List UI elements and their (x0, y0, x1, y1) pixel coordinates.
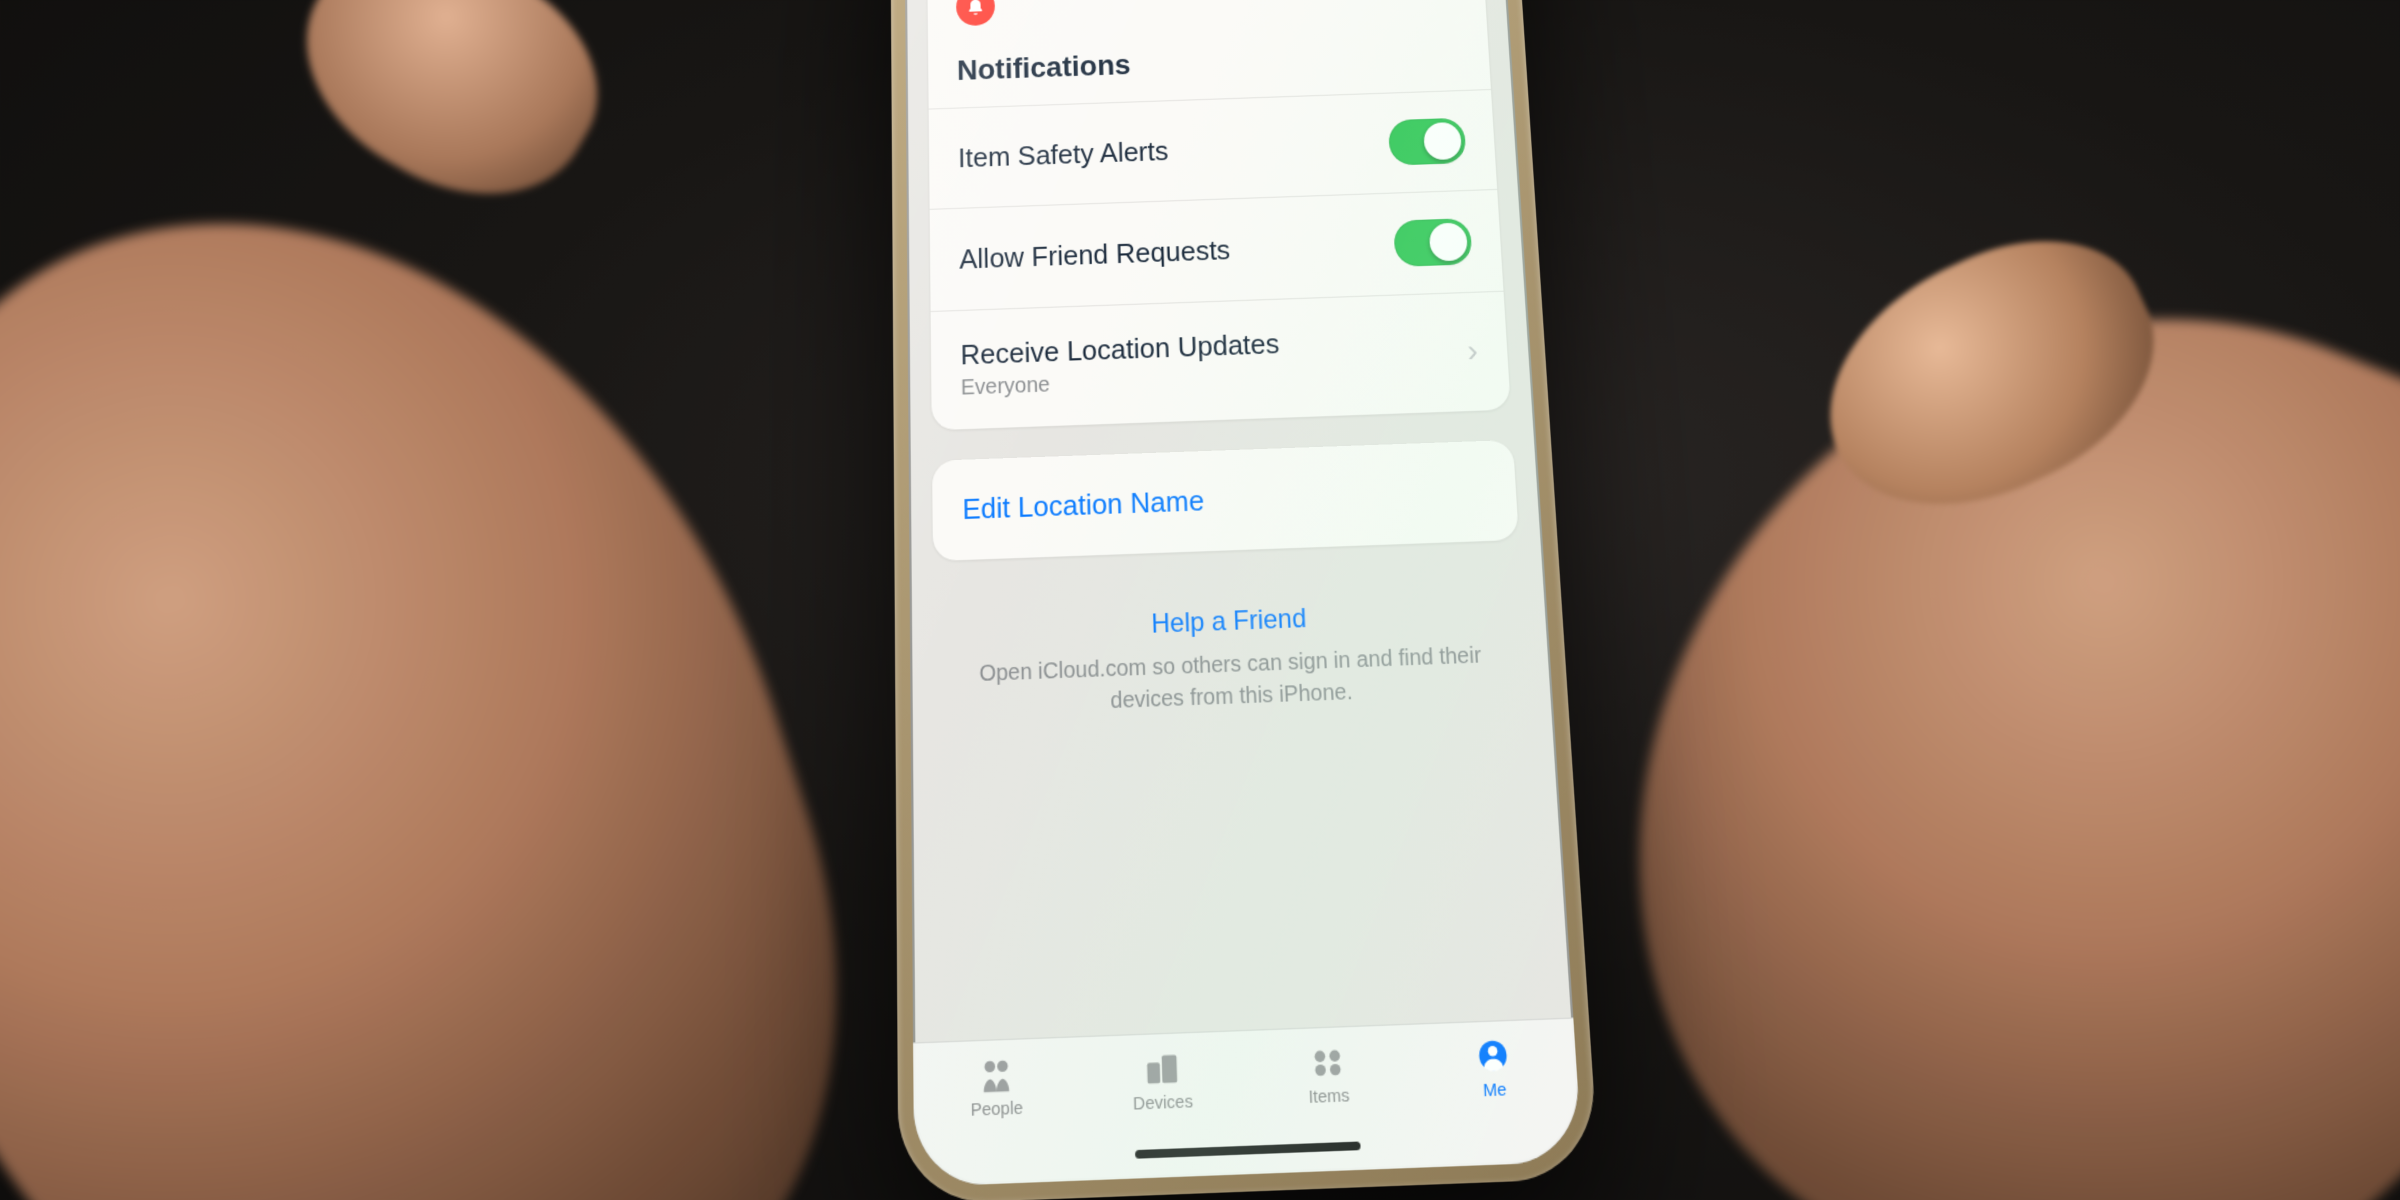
help-a-friend-link[interactable]: Help a Friend (966, 597, 1492, 648)
help-a-friend-block: Help a Friend Open iCloud.com so others … (934, 596, 1530, 724)
thumb-left (265, 0, 635, 240)
people-icon (976, 1054, 1017, 1094)
me-icon (1472, 1035, 1514, 1075)
tab-devices[interactable]: Devices (1111, 1047, 1214, 1115)
help-a-friend-description: Open iCloud.com so others can sign in an… (966, 639, 1496, 722)
tab-me-label: Me (1483, 1080, 1508, 1102)
bell-icon (956, 0, 995, 26)
tab-me[interactable]: Me (1442, 1034, 1546, 1102)
screen: Share My Location Notifications (904, 0, 1583, 1187)
items-icon (1307, 1042, 1349, 1082)
edit-location-card: Edit Location Name (932, 440, 1519, 561)
photo-stage: Share My Location Notifications (0, 0, 2400, 1200)
receive-location-updates-row[interactable]: Receive Location Updates Everyone › (931, 291, 1511, 431)
tab-devices-label: Devices (1133, 1091, 1193, 1114)
tab-items[interactable]: Items (1276, 1041, 1380, 1109)
allow-friend-requests-label: Allow Friend Requests (959, 233, 1231, 275)
item-safety-alerts-label: Item Safety Alerts (958, 135, 1169, 174)
receive-location-updates-label: Receive Location Updates (960, 327, 1280, 372)
hand-left (0, 90, 943, 1200)
allow-friend-requests-toggle[interactable] (1393, 218, 1472, 267)
tab-people-label: People (970, 1098, 1023, 1121)
item-safety-alerts-row[interactable]: Item Safety Alerts (929, 89, 1498, 209)
receive-location-updates-value: Everyone (961, 365, 1281, 401)
tab-items-label: Items (1308, 1085, 1350, 1107)
tab-people[interactable]: People (946, 1053, 1048, 1121)
edit-location-name-label: Edit Location Name (962, 484, 1205, 526)
tab-bar: People Devices Items (913, 1017, 1582, 1187)
phone: Share My Location Notifications (890, 0, 1600, 1200)
allow-friend-requests-row[interactable]: Allow Friend Requests (930, 189, 1504, 311)
item-safety-alerts-toggle[interactable] (1388, 118, 1467, 166)
chevron-right-icon: › (1466, 333, 1479, 370)
notifications-title: Notifications (957, 37, 1462, 97)
devices-icon (1141, 1048, 1182, 1088)
home-indicator[interactable] (1135, 1141, 1361, 1158)
edit-location-name-button[interactable]: Edit Location Name (932, 440, 1519, 561)
notifications-card: Notifications Item Safety Alerts Allow F… (927, 0, 1511, 430)
